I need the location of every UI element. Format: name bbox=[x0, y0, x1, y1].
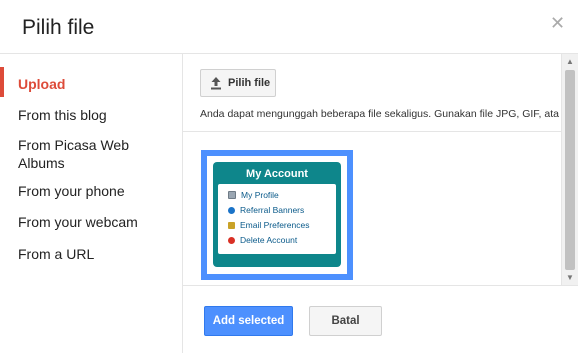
sidebar-item-from-webcam[interactable]: From your webcam bbox=[18, 213, 168, 231]
sidebar-item-from-url[interactable]: From a URL bbox=[18, 245, 168, 263]
email-icon bbox=[228, 222, 235, 229]
sidebar-item-from-this-blog[interactable]: From this blog bbox=[18, 106, 168, 124]
scrollbar-thumb[interactable] bbox=[565, 70, 575, 270]
scroll-up-arrow-icon[interactable]: ▲ bbox=[566, 57, 574, 66]
widget-item: Email Preferences bbox=[228, 220, 309, 230]
sidebar-item-from-phone[interactable]: From your phone bbox=[18, 182, 168, 200]
scroll-down-arrow-icon[interactable]: ▼ bbox=[566, 273, 574, 282]
upload-arrow-icon bbox=[211, 77, 221, 90]
sidebar: Upload From this blog From Picasa Web Al… bbox=[0, 54, 182, 353]
active-indicator bbox=[0, 67, 4, 97]
upload-hint: Anda dapat mengunggah beberapa file seka… bbox=[200, 108, 559, 120]
widget-item: My Profile bbox=[228, 190, 279, 200]
widget-item: Delete Account bbox=[228, 235, 297, 245]
widget-item: Referral Banners bbox=[228, 205, 304, 215]
sidebar-item-upload[interactable]: Upload bbox=[18, 75, 168, 93]
close-icon[interactable]: ✕ bbox=[550, 14, 565, 32]
sidebar-item-from-picasa[interactable]: From Picasa Web Albums bbox=[18, 136, 158, 172]
selected-image-thumbnail[interactable]: My Account My Profile Referral Banners E… bbox=[201, 150, 353, 280]
add-selected-button[interactable]: Add selected bbox=[204, 306, 293, 336]
info-icon bbox=[228, 207, 235, 214]
delete-icon bbox=[228, 237, 235, 244]
file-picker-dialog: Pilih file ✕ Upload From this blog From … bbox=[0, 0, 578, 353]
footer-divider bbox=[183, 285, 578, 286]
thumbnail-image: My Account My Profile Referral Banners E… bbox=[207, 156, 347, 274]
choose-file-button[interactable]: Pilih file bbox=[200, 69, 276, 97]
dialog-title: Pilih file bbox=[22, 16, 95, 39]
profile-icon bbox=[228, 191, 236, 199]
upload-panel: Pilih file Anda dapat mengunggah beberap… bbox=[183, 54, 561, 285]
content-divider bbox=[183, 131, 561, 132]
choose-file-label: Pilih file bbox=[228, 77, 271, 89]
content-scrollbar[interactable]: ▲ ▼ bbox=[561, 54, 578, 285]
cancel-button[interactable]: Batal bbox=[309, 306, 382, 336]
widget-title: My Account bbox=[246, 168, 308, 180]
widget-body: My Profile Referral Banners Email Prefer… bbox=[218, 184, 336, 254]
my-account-widget: My Account My Profile Referral Banners E… bbox=[213, 162, 341, 267]
